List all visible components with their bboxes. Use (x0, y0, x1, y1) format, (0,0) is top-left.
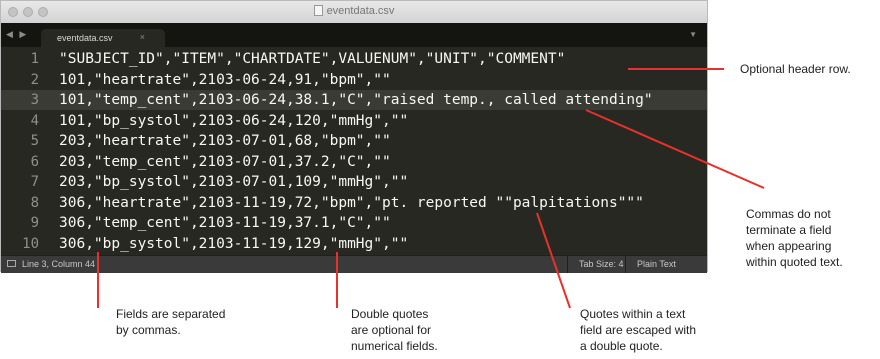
line-text: 306,"bp_systol",2103-11-19,129,"mmHg","" (59, 235, 409, 252)
line-text: 203,"temp_cent",2103-07-01,37.2,"C","" (59, 153, 391, 170)
code-line[interactable]: 9 306,"temp_cent",2103-11-19,37.1,"C","" (1, 213, 707, 233)
status-divider (567, 256, 568, 273)
panel-toggle-icon[interactable] (7, 260, 16, 267)
line-text: 203,"heartrate",2103-07-01,68,"bpm","" (59, 133, 391, 149)
annotation-line: Double quotes (351, 307, 429, 321)
line-text: "SUBJECT_ID","ITEM","CHARTDATE",VALUENUM… (59, 51, 566, 67)
annotation-line: within quoted text. (746, 255, 843, 269)
line-text: 306,"heartrate",2103-11-19,72,"bpm","pt.… (59, 194, 644, 211)
line-text: 101,"bp_systol",2103-06-24,120,"mmHg","" (59, 112, 409, 129)
annotation-line: Fields are separated (116, 307, 226, 321)
tab-size-selector[interactable]: Tab Size: 4 (579, 259, 624, 269)
cursor-position: Line 3, Column 44 (22, 259, 96, 269)
annotation-line: field are escaped with (580, 323, 697, 337)
code-line[interactable]: 10 306,"bp_systol",2103-11-19,129,"mmHg",… (1, 234, 707, 254)
annotation-commas-quoted: Commas do not terminate a field when app… (746, 206, 843, 270)
line-number: 10 (22, 235, 39, 252)
line-text: 101,"heartrate",2103-06-24,91,"bpm","" (59, 71, 391, 88)
tab-eventdata[interactable]: eventdata.csv × (41, 29, 165, 47)
line-number: 9 (30, 215, 39, 231)
line-number: 3 (30, 92, 39, 108)
annotation-line: terminate a field (746, 223, 832, 237)
annotation-line: when appearing (746, 239, 832, 253)
annotation-line: by commas. (116, 323, 181, 337)
window-title-text: eventdata.csv (326, 5, 395, 17)
annotation-line: Quotes within a text (580, 307, 686, 321)
line-number: 7 (30, 174, 39, 190)
line-number: 2 (30, 71, 39, 88)
tab-nav-arrows-icon[interactable]: ◀ ▶ (6, 29, 28, 40)
code-line[interactable]: 5 203,"heartrate",2103-07-01,68,"bpm","" (1, 131, 707, 151)
annotation-escaped: Quotes within a text field are escaped w… (580, 306, 696, 354)
code-line[interactable]: 7 203,"bp_systol",2103-07-01,109,"mmHg","… (1, 172, 707, 192)
tab-bar: ◀ ▶ eventdata.csv × ▼ (1, 23, 707, 47)
line-number: 8 (30, 194, 39, 211)
title-bar: eventdata.csv (1, 1, 707, 24)
syntax-selector[interactable]: Plain Text (637, 259, 676, 269)
annotation-header-row: Optional header row. (740, 62, 851, 76)
line-number: 4 (30, 112, 39, 129)
code-line[interactable]: 6 203,"temp_cent",2103-07-01,37.2,"C","" (1, 152, 707, 172)
tab-menu-icon[interactable]: ▼ (689, 30, 697, 39)
annotation-line: Commas do not (746, 207, 831, 221)
line-text: 203,"bp_systol",2103-07-01,109,"mmHg","" (59, 174, 409, 190)
annotation-separated: Fields are separated by commas. (116, 306, 225, 338)
line-text: 306,"temp_cent",2103-11-19,37.1,"C","" (59, 215, 391, 231)
window-title: eventdata.csv (1, 5, 707, 17)
annotation-line: numerical fields. (351, 339, 438, 353)
code-line[interactable]: 8 306,"heartrate",2103-11-19,72,"bpm","pt… (1, 193, 707, 213)
document-icon (313, 5, 323, 16)
annotation-line: are optional for (351, 323, 432, 337)
code-line[interactable]: 4 101,"bp_systol",2103-06-24,120,"mmHg","… (1, 111, 707, 131)
editor-window: eventdata.csv ◀ ▶ eventdata.csv × ▼ 1 "SU… (0, 0, 708, 273)
tab-label: eventdata.csv (57, 33, 113, 43)
status-bar: Line 3, Column 44 Tab Size: 4 Plain Text (1, 255, 707, 273)
line-text: 101,"temp_cent",2103-06-24,38.1,"C","rai… (59, 92, 653, 108)
code-line[interactable]: 3 101,"temp_cent",2103-06-24,38.1,"C","ra… (1, 90, 707, 110)
line-number: 1 (30, 51, 39, 67)
code-editor[interactable]: 1 "SUBJECT_ID","ITEM","CHARTDATE",VALUENU… (1, 47, 707, 255)
annotation-double-quotes: Double quotes are optional for numerical… (351, 306, 438, 354)
annotation-line: a double quote. (580, 339, 663, 353)
line-number: 6 (30, 153, 39, 170)
tab-close-icon[interactable]: × (140, 32, 145, 42)
line-number: 5 (30, 133, 39, 149)
code-line[interactable]: 2 101,"heartrate",2103-06-24,91,"bpm","" (1, 70, 707, 90)
code-line[interactable]: 1 "SUBJECT_ID","ITEM","CHARTDATE",VALUENU… (1, 49, 707, 69)
status-divider (625, 256, 626, 273)
